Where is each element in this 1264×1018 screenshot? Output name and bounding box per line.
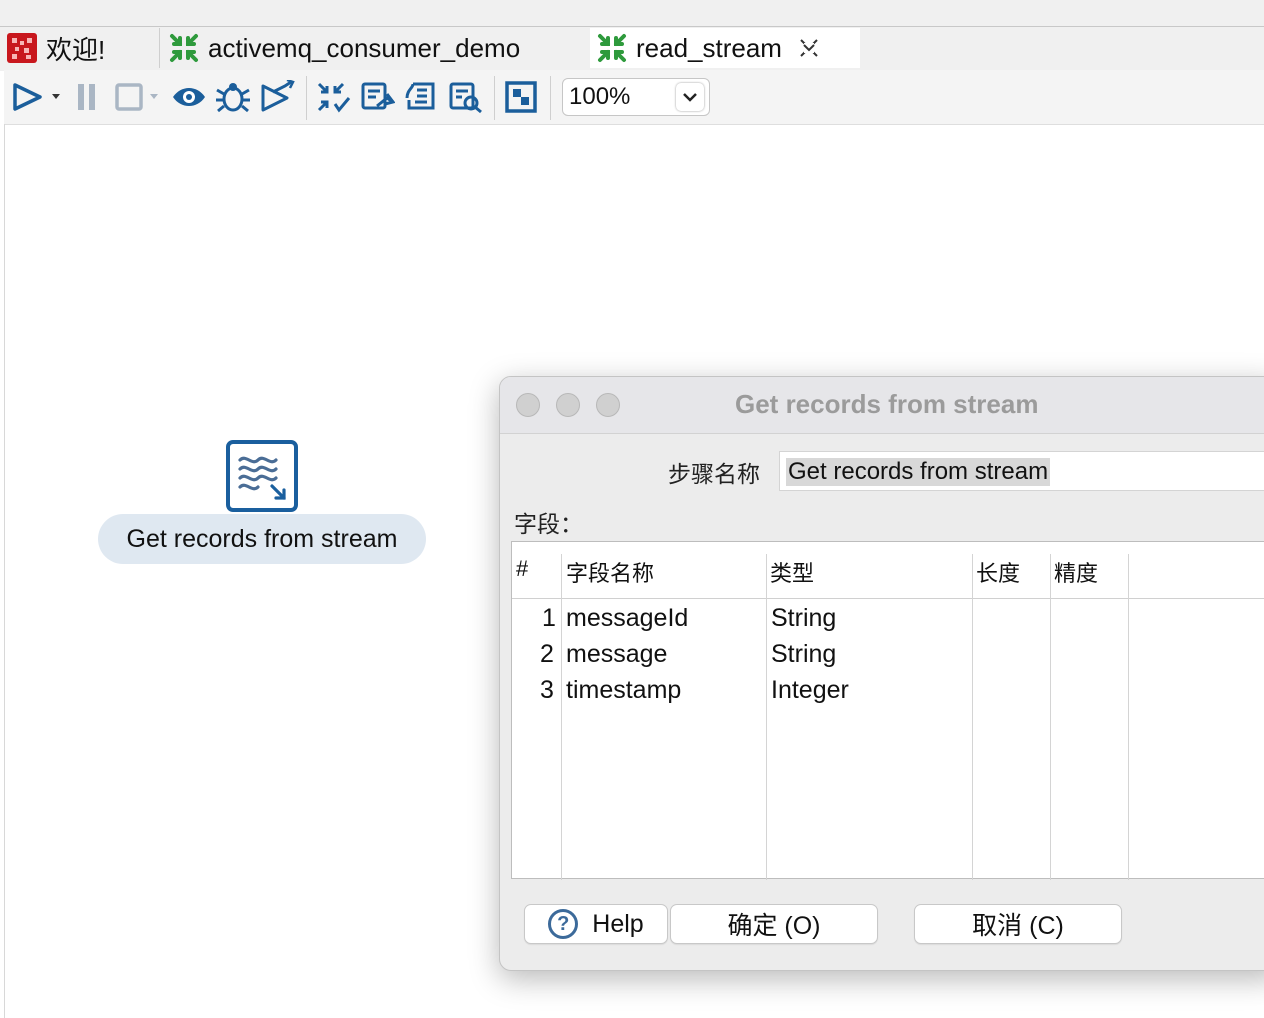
field-name-cell[interactable]: timestamp	[566, 676, 681, 705]
cancel-button[interactable]: 取消 (C)	[914, 904, 1122, 944]
pause-button[interactable]	[68, 78, 106, 116]
dialog-title: Get records from stream	[735, 389, 1039, 419]
transformation-icon	[168, 32, 200, 64]
run-button[interactable]	[8, 78, 64, 116]
pause-icon	[78, 84, 95, 110]
step-icon-get-records-from-stream[interactable]	[226, 440, 298, 512]
impact-button[interactable]	[358, 78, 396, 116]
column-header-length[interactable]: 长度	[976, 556, 1020, 588]
stop-icon	[115, 83, 158, 111]
pentaho-welcome-icon	[6, 32, 38, 64]
field-type-cell[interactable]: String	[771, 640, 836, 669]
stop-button[interactable]	[112, 78, 164, 116]
bug-icon	[216, 83, 250, 113]
database-search-icon	[449, 82, 482, 114]
toolbar-separator	[494, 76, 495, 120]
column-header-type[interactable]: 类型	[770, 556, 814, 588]
canvas-border	[4, 124, 5, 1018]
zoom-select[interactable]: 100%	[562, 78, 710, 116]
row-number: 2	[540, 640, 554, 668]
zoom-value: 100%	[569, 83, 631, 110]
row-number: 1	[542, 604, 556, 632]
transformation-icon	[596, 32, 628, 64]
column-header-number[interactable]: #	[516, 556, 528, 582]
tab-read-stream[interactable]: read_stream	[590, 28, 860, 68]
field-type-cell[interactable]: String	[771, 604, 836, 633]
replay-icon	[261, 80, 295, 112]
tab-label: read_stream	[636, 32, 782, 63]
column-divider	[561, 554, 562, 880]
column-divider	[1050, 554, 1051, 880]
replay-button[interactable]	[258, 78, 296, 116]
verify-button[interactable]	[314, 78, 352, 116]
fields-table[interactable]: # 字段名称 类型 长度 精度 1 messageId String 2 mes…	[511, 541, 1264, 880]
stream-icon	[238, 456, 286, 500]
column-divider	[1128, 554, 1129, 880]
chevron-down-icon[interactable]	[676, 83, 704, 111]
minimize-window-button[interactable]	[556, 393, 580, 417]
row-number: 3	[540, 676, 554, 704]
play-icon	[13, 83, 60, 111]
step-name-input[interactable]: Get records from stream	[779, 451, 1264, 491]
ok-label: 确定 (O)	[727, 912, 821, 940]
fields-label: 字段：	[514, 511, 583, 537]
zoom-window-button[interactable]	[596, 393, 620, 417]
close-window-button[interactable]	[516, 393, 540, 417]
sql-button[interactable]	[402, 78, 440, 116]
field-name-cell[interactable]: message	[566, 640, 667, 669]
dialog-title-bar: Get records from stream	[500, 377, 1264, 434]
toolbar-separator	[550, 76, 551, 120]
explore-db-button[interactable]	[446, 78, 484, 116]
window-top-band	[0, 0, 1264, 26]
close-icon[interactable]	[798, 37, 820, 59]
preview-button[interactable]	[170, 78, 208, 116]
field-type-cell[interactable]: Integer	[771, 676, 849, 705]
toolbar: 100%	[4, 70, 1264, 125]
tab-label: activemq_consumer_demo	[208, 32, 521, 63]
column-header-precision[interactable]: 精度	[1054, 556, 1098, 588]
step-name-label: 步骤名称	[668, 461, 760, 487]
column-divider	[766, 554, 767, 880]
step-dialog: Get records from stream 步骤名称 Get records…	[499, 376, 1264, 971]
help-button[interactable]: ? Help	[524, 904, 668, 944]
step-name-value: Get records from stream	[786, 458, 1051, 486]
tab-welcome[interactable]: 欢迎!	[0, 28, 160, 68]
toolbar-separator	[306, 76, 307, 120]
step-label[interactable]: Get records from stream	[98, 514, 426, 564]
debug-button[interactable]	[214, 78, 252, 116]
ok-button[interactable]: 确定 (O)	[670, 904, 878, 944]
script-icon	[405, 82, 435, 110]
cancel-label: 取消 (C)	[972, 912, 1064, 940]
column-header-name[interactable]: 字段名称	[566, 556, 654, 588]
show-results-button[interactable]	[502, 78, 540, 116]
field-name-cell[interactable]: messageId	[566, 604, 688, 633]
table-header: # 字段名称 类型 长度 精度	[512, 542, 1264, 599]
help-icon: ?	[548, 909, 579, 939]
verify-icon	[317, 82, 351, 113]
eye-icon	[173, 88, 205, 106]
help-label: Help	[592, 909, 644, 938]
tab-activemq-consumer-demo[interactable]: activemq_consumer_demo	[162, 28, 592, 68]
impact-icon	[361, 82, 395, 110]
layout-icon	[505, 81, 537, 113]
tab-label: 欢迎!	[46, 34, 106, 65]
column-divider	[972, 554, 973, 880]
